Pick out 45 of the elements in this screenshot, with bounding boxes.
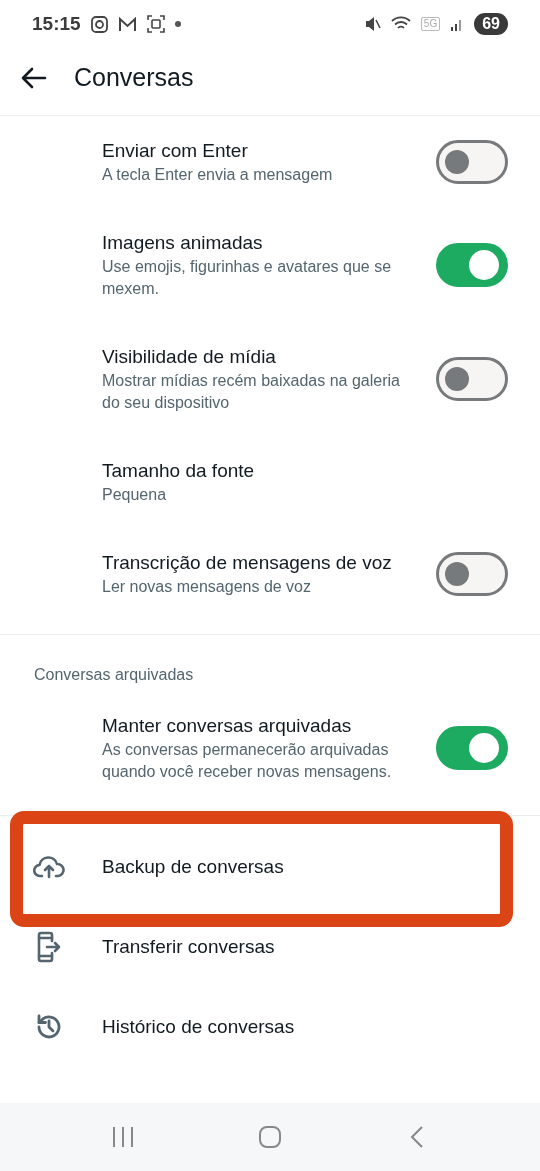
menu-item[interactable]: Backup de conversas: [0, 827, 540, 907]
camera-app-icon: [90, 15, 108, 33]
setting-title: Visibilidade de mídia: [102, 345, 277, 369]
phone-arrow-icon: [37, 931, 61, 963]
section-heading: Conversas arquivadas: [34, 666, 194, 683]
setting-description: As conversas permanecerão arquivadas quando você receber novas mensagens.: [102, 740, 393, 782]
setting-row[interactable]: Manter conversas arquivadas As conversas permanecerão arquivadas quando você receber novas mensagens.: [0, 691, 540, 805]
setting-row[interactable]: Transcrição de mensagens de voz Ler novas mensagens de voz: [0, 528, 540, 620]
setting-description: Pequena: [102, 485, 168, 505]
menu-item[interactable]: Transferir conversas: [0, 907, 540, 987]
setting-title: Imagens animadas: [102, 231, 264, 255]
menu-item-label: Backup de conversas: [102, 854, 284, 879]
toggle-switch[interactable]: [436, 726, 508, 770]
cloud-upload-icon: [33, 855, 65, 879]
status-time: 15:15: [32, 11, 81, 36]
setting-title: Manter conversas arquivadas: [102, 714, 353, 738]
toggle-switch[interactable]: [436, 140, 508, 184]
mute-icon: [364, 16, 381, 32]
screenshot-icon: [146, 15, 165, 33]
network-type: 5G: [420, 17, 441, 31]
back-icon: [408, 1125, 425, 1149]
setting-row[interactable]: Imagens animadas Use emojis, figurinhas e avatares que se mexem.: [0, 208, 540, 322]
setting-row[interactable]: Tamanho da fonte Pequena: [0, 436, 540, 528]
toggle-switch[interactable]: [436, 243, 508, 287]
setting-description: A tecla Enter envia a mensagem: [102, 165, 334, 185]
setting-title: Tamanho da fonte: [102, 459, 256, 483]
mail-icon: [117, 16, 137, 32]
setting-description: Mostrar mídias recém baixadas na galeria do seu dispositivo: [102, 371, 401, 413]
setting-description: Ler novas mensagens de voz: [102, 577, 312, 597]
setting-row[interactable]: Enviar com Enter A tecla Enter envia a mensagem: [0, 116, 540, 208]
menu-item[interactable]: Histórico de conversas: [0, 987, 540, 1067]
menu-item-label: Histórico de conversas: [102, 1014, 295, 1039]
page-title: Conversas: [74, 62, 194, 94]
toggle-switch[interactable]: [436, 552, 508, 596]
setting-description: Use emojis, figurinhas e avatares que se mexem.: [102, 257, 393, 299]
setting-title: Transcrição de mensagens de voz: [102, 551, 393, 575]
toggle-switch[interactable]: [436, 357, 508, 401]
setting-row[interactable]: Visibilidade de mídia Mostrar mídias recém baixadas na galeria do seu dispositivo: [0, 322, 540, 436]
recent-apps-icon: [111, 1126, 136, 1148]
setting-title: Enviar com Enter: [102, 139, 249, 163]
battery-indicator: 69: [474, 13, 508, 35]
home-icon: [258, 1125, 282, 1149]
back-arrow-icon: [21, 67, 47, 89]
menu-item-label: Transferir conversas: [102, 934, 275, 959]
history-icon: [35, 1013, 63, 1041]
